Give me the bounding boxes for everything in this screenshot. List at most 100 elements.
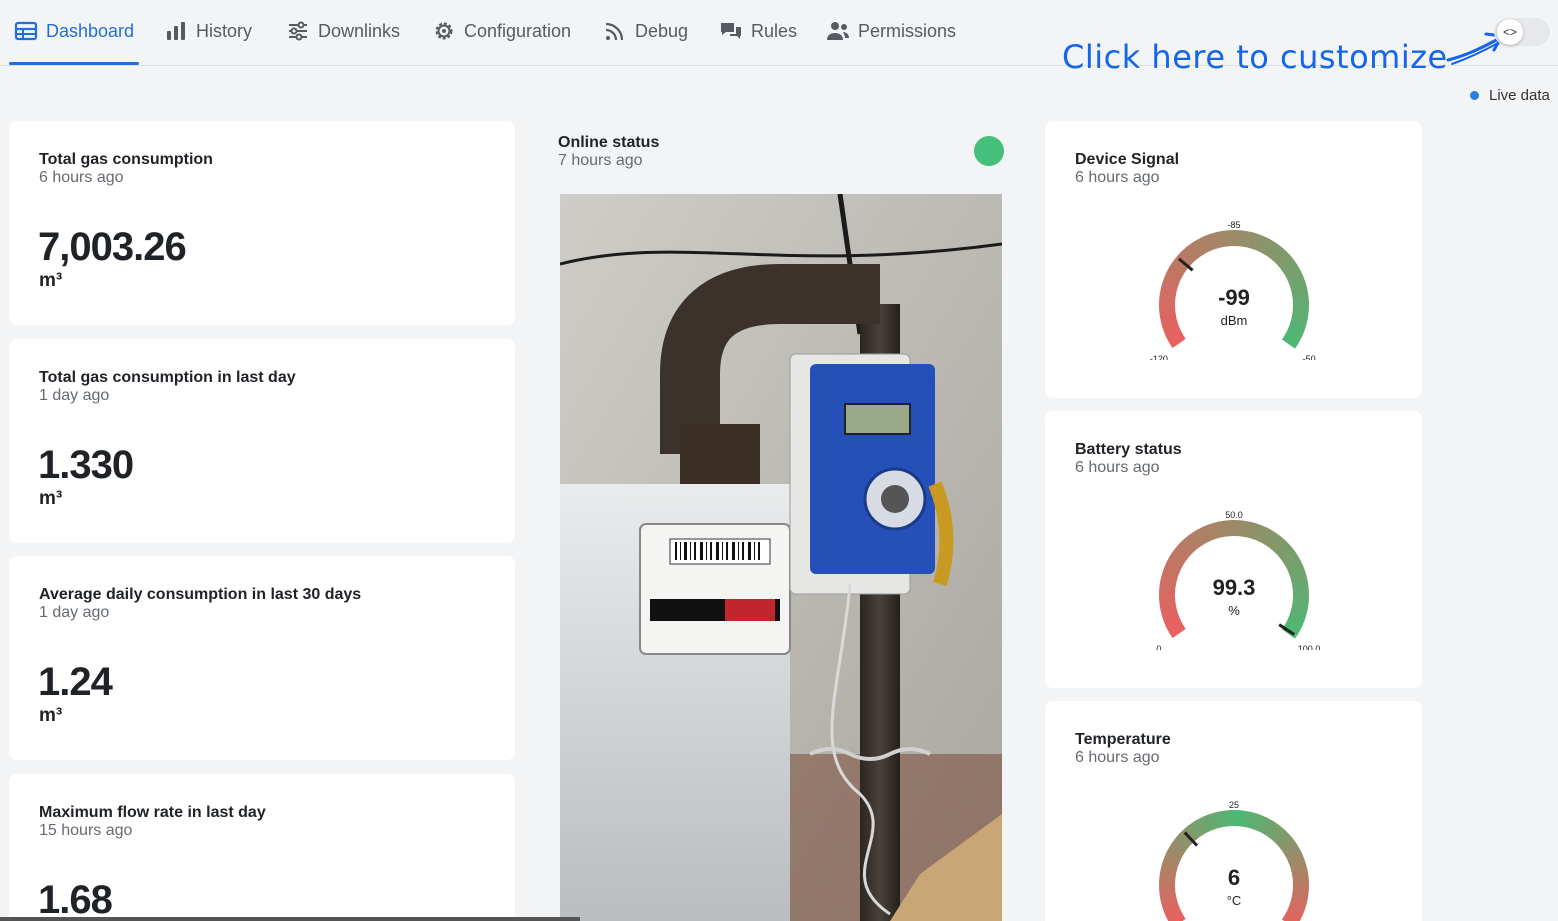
gauge-max-label: 100.0 (1298, 644, 1321, 650)
gear-icon (435, 22, 453, 40)
gauge-arc-segment (1288, 611, 1307, 625)
gauge-arc-segment (1164, 326, 1183, 342)
gauge-arc-segment (1291, 888, 1309, 899)
gauge-unit: % (1228, 603, 1240, 618)
gauge-arc-segment (1264, 530, 1281, 549)
gauge-arc-segment (1182, 245, 1199, 263)
card-timestamp: 6 hours ago (1075, 169, 1160, 186)
gauge-arc-segment (1161, 277, 1180, 290)
gauge-arc-segment (1258, 237, 1274, 255)
gauge-arc-segment (1202, 233, 1216, 252)
card-value: 7,003.26 (38, 225, 187, 269)
card-timestamp: 15 hours ago (39, 822, 133, 839)
online-status-timestamp: 7 hours ago (558, 152, 643, 169)
gauge-arc-segment (1164, 849, 1183, 864)
tab-downlinks[interactable]: Downlinks (286, 14, 400, 48)
gauge-arc-segment (1282, 843, 1301, 859)
gauge-unit: dBm (1221, 313, 1248, 328)
gauge-arc-segment (1164, 616, 1183, 632)
card-unit: m³ (39, 488, 63, 509)
tab-rules-label: Rules (751, 20, 798, 41)
card-timestamp: 6 hours ago (1075, 459, 1160, 476)
gauge-arc-segment (1188, 240, 1205, 259)
gauge-min-label: 0 (1156, 644, 1161, 650)
card-timestamp: 6 hours ago (1075, 749, 1160, 766)
gauge-arc-segment (1252, 813, 1267, 832)
gauge-arc-segment (1159, 598, 1176, 609)
gauge-arc-segment (1290, 895, 1308, 907)
gauge-arc-segment (1288, 901, 1307, 915)
gauge-max-label: -50 (1303, 354, 1316, 360)
card-timestamp: 6 hours ago (39, 169, 124, 186)
card-timestamp: 1 day ago (39, 387, 110, 404)
gauge-arc-segment (1159, 284, 1178, 297)
tab-permissions[interactable]: Permissions (826, 14, 956, 48)
gauge-arc-segment (1274, 540, 1292, 558)
gauge-arc-segment (1161, 857, 1180, 870)
gauge-arc-segment (1292, 873, 1309, 884)
gauge-arc-segment (1279, 256, 1297, 273)
gauge-arc-segment (1292, 293, 1309, 304)
tab-history[interactable]: History (164, 14, 252, 48)
tab-downlinks-label: Downlinks (318, 20, 401, 41)
gas-meter-image (560, 194, 1002, 921)
customize-toggle-button[interactable]: <> (1497, 19, 1523, 45)
gauge-arc-segment (1288, 567, 1307, 581)
gauge-arc-segment (1290, 575, 1309, 587)
gauge-arc-segment (1161, 320, 1180, 334)
card-title: Device Signal (1075, 151, 1180, 168)
tab-rules[interactable]: Rules (719, 14, 797, 48)
gauge-arc-segment (1246, 811, 1259, 830)
gauge-arc-segment (1264, 820, 1281, 839)
gauge-arc-segment (1176, 540, 1194, 558)
card-value: 1.330 (38, 443, 134, 487)
card-last-day: Total gas consumption in last day 1 day … (9, 339, 515, 543)
gauge-arc-segment (1164, 269, 1183, 284)
gauge-arc-segment (1167, 842, 1186, 858)
gauge-arc-segment (1182, 535, 1199, 553)
gauge-arc-segment (1269, 535, 1287, 553)
gauge-arc-segment (1269, 825, 1287, 843)
gauge-arc-segment (1290, 865, 1309, 877)
gauge-arc-segment (1286, 850, 1305, 865)
gauge-arc-segment (1209, 811, 1222, 830)
card-title: Average daily consumption in last 30 day… (39, 586, 362, 603)
card-value: 1.24 (38, 660, 113, 704)
gauge-arc-segment (1258, 527, 1274, 545)
tab-debug[interactable]: Debug (603, 14, 688, 48)
active-tab-indicator (9, 62, 139, 65)
temperature-gauge: 6°C25-3080 (1159, 800, 1309, 921)
gauge-arc-segment (1285, 907, 1304, 921)
tab-configuration[interactable]: Configuration (432, 14, 571, 48)
gauge-arc-segment (1281, 333, 1300, 349)
gauge-arc-segment (1202, 813, 1216, 832)
gauge-arc-segment (1167, 912, 1186, 921)
gauge-arc-segment (1285, 617, 1304, 632)
gauge-arc-segment (1160, 314, 1178, 326)
gauge-arc-segment (1164, 559, 1183, 574)
horizontal-scrollbar[interactable] (0, 917, 580, 921)
tab-dashboard[interactable]: Dashboard (14, 14, 134, 48)
gauge-arc-segment (1167, 332, 1186, 349)
rss-icon (605, 22, 624, 41)
gauge-arc-segment (1209, 231, 1222, 250)
gauge-arc-segment (1202, 523, 1216, 542)
code-icon: <> (1502, 25, 1517, 39)
gauge-arc-segment (1188, 530, 1205, 549)
card-title: Total gas consumption (39, 151, 213, 168)
gauge-arc-segment (1159, 308, 1176, 319)
gauge-arc-segment (1159, 864, 1178, 877)
bar-chart-icon (167, 22, 185, 40)
gauge-arc-segment (1282, 553, 1301, 569)
gauge-arc-segment (1159, 582, 1176, 593)
card-value: 1.68 (38, 878, 113, 921)
gauge-arc-segment (1281, 913, 1300, 921)
gauge-arc-segment (1290, 315, 1308, 327)
live-dot-icon (1470, 91, 1479, 100)
card-title: Temperature (1075, 731, 1171, 748)
gauge-mid-label: -85 (1227, 220, 1240, 230)
gauge-arc-segment (1279, 546, 1297, 563)
card-total-gas: Total gas consumption 6 hours ago 7,003.… (9, 121, 515, 325)
gauge-arc-segment (1252, 523, 1267, 542)
gauge-arc-segment (1274, 250, 1292, 268)
